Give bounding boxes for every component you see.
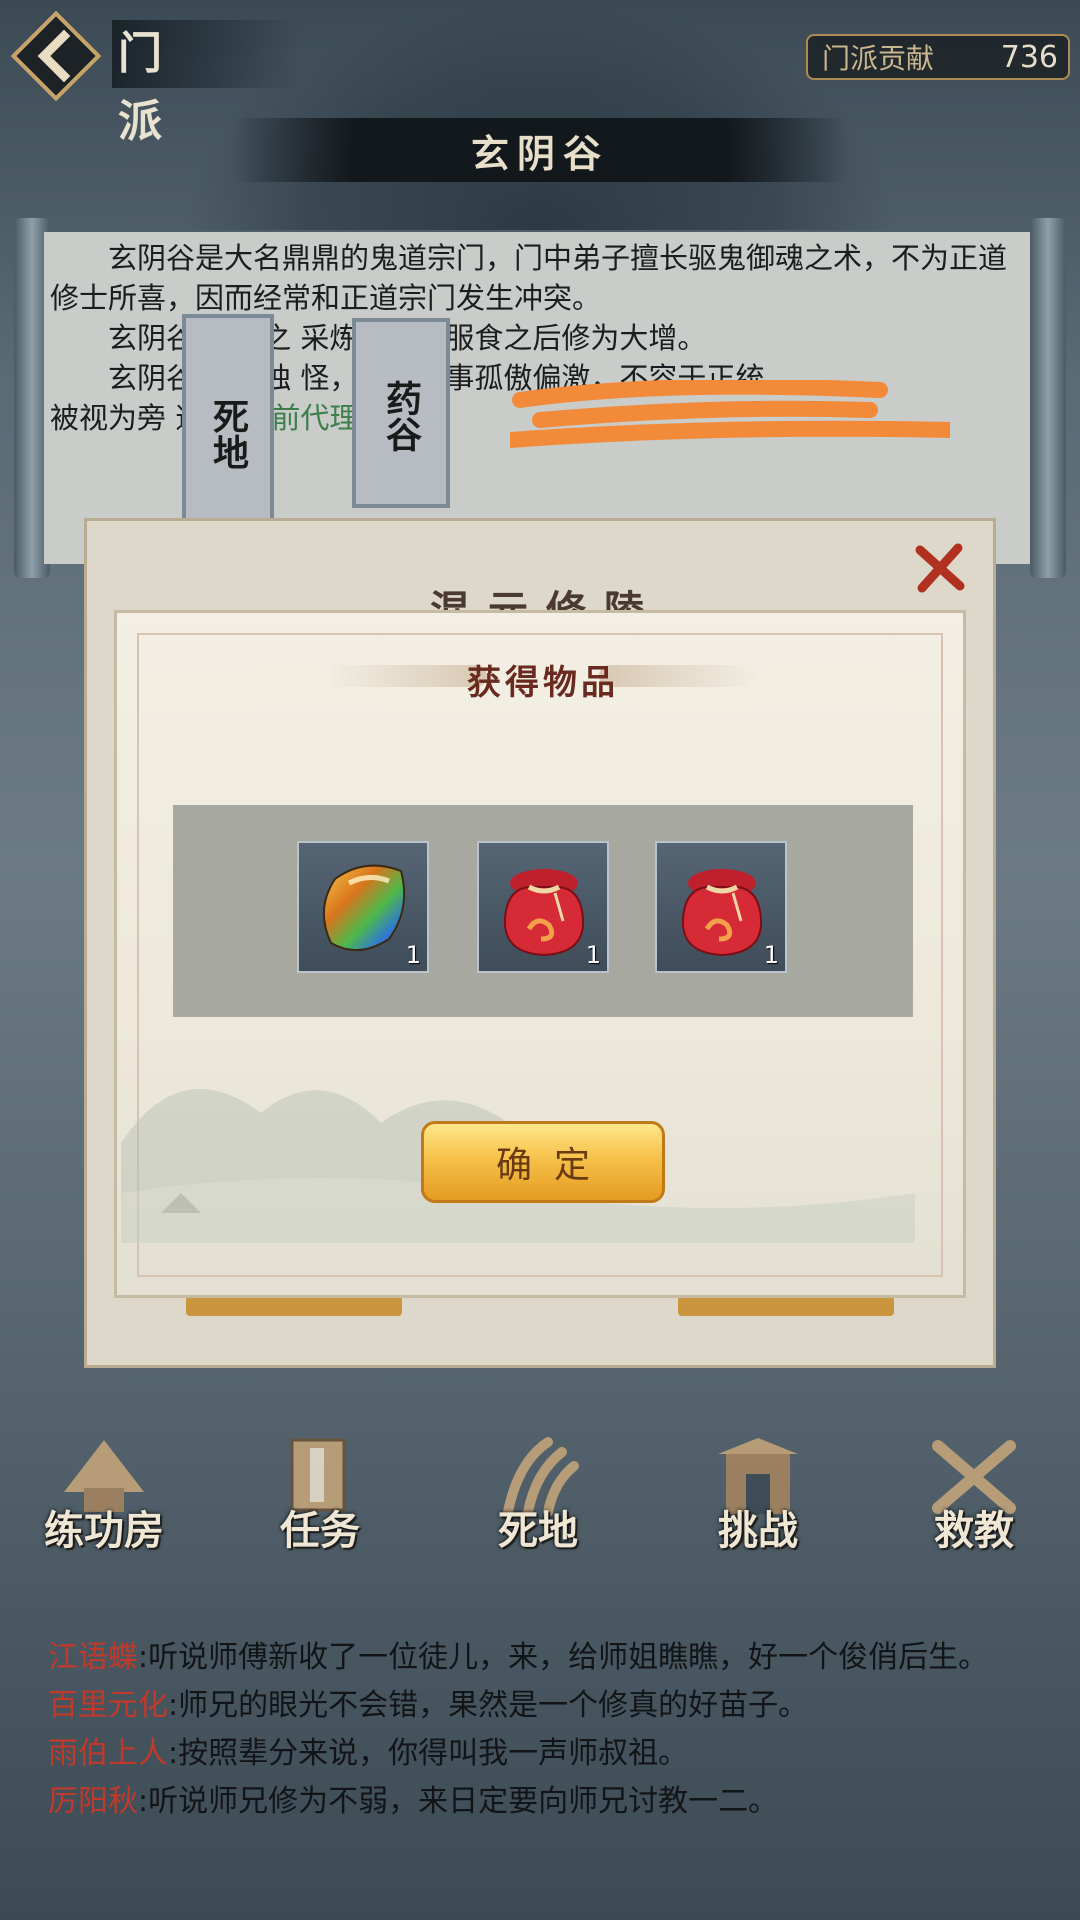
contribution-label: 门派贡献 <box>822 42 935 75</box>
dialog-title: 获得物品 <box>467 663 619 703</box>
reward-item-slot[interactable]: 1 <box>477 841 609 973</box>
herb-valley-tag[interactable]: 药谷 <box>352 318 450 508</box>
page-title: 门 派 <box>112 20 302 147</box>
reward-items-row: 1 1 1 <box>173 805 913 1017</box>
redaction-scribble <box>510 380 950 448</box>
reward-dialog: 获得物品 1 1 1 确定 <box>114 610 966 1298</box>
chat-message: 百里元化:师兄的眼光不会错，果然是一个修真的好苗子。 <box>48 1682 1048 1730</box>
chat-message: 江语蝶:听说师傅新收了一位徒儿，来，给师姐瞧瞧，好一个俊俏后生。 <box>48 1634 1048 1682</box>
item-count: 1 <box>585 941 601 969</box>
scroll-rod-right <box>1030 218 1066 578</box>
nav-label: 练功房 <box>44 1507 164 1554</box>
reward-item-slot[interactable]: 1 <box>655 841 787 973</box>
confirm-label: 确定 <box>495 1145 612 1186</box>
back-button[interactable] <box>8 8 104 104</box>
bottom-nav: 练功房 任务 死地 挑战 救教 <box>26 1432 1066 1572</box>
contribution-display: 门派贡献 736 <box>806 34 1070 80</box>
chat-text: :按照辈分来说，你得叫我一声师叔祖。 <box>168 1736 689 1771</box>
herb-valley-label: 药谷 <box>380 380 422 452</box>
chat-speaker[interactable]: 百里元化 <box>48 1688 168 1723</box>
close-button[interactable] <box>912 540 968 596</box>
chat-log: 江语蝶:听说师傅新收了一位徒儿，来，给师姐瞧瞧，好一个俊俏后生。 百里元化:师兄… <box>48 1634 1048 1826</box>
back-arrow-icon <box>10 10 102 102</box>
landscape-painting <box>121 1089 915 1243</box>
close-icon <box>915 543 965 593</box>
chat-text: :听说师兄修为不弱，来日定要向师兄讨教一二。 <box>138 1784 779 1819</box>
nav-item-challenge[interactable]: 挑战 <box>680 1432 836 1572</box>
contribution-value: 736 <box>1000 39 1058 75</box>
chat-message: 雨伯上人:按照辈分来说，你得叫我一声师叔祖。 <box>48 1730 1048 1778</box>
nav-label: 死地 <box>498 1507 578 1554</box>
nav-item-tasks[interactable]: 任务 <box>242 1432 398 1572</box>
panel-button-right[interactable] <box>678 1296 894 1316</box>
nav-label: 救教 <box>934 1507 1014 1554</box>
nav-item-training-room[interactable]: 练功房 <box>26 1432 182 1572</box>
nav-label: 任务 <box>280 1507 360 1554</box>
nav-item-rescue[interactable]: 救教 <box>896 1432 1052 1572</box>
description-line: 玄阴谷是大名鼎鼎的鬼道宗门，门中弟子擅长驱鬼御魂之术，不为正道修士所喜，因而经常… <box>50 241 1008 315</box>
chat-text: :师兄的眼光不会错，果然是一个修真的好苗子。 <box>168 1688 809 1723</box>
chat-text: :听说师傅新收了一位徒儿，来，给师姐瞧瞧，好一个俊俏后生。 <box>138 1640 989 1675</box>
chat-speaker[interactable]: 江语蝶 <box>48 1640 138 1675</box>
sect-name-banner: 玄阴谷 <box>232 118 848 182</box>
confirm-button[interactable]: 确定 <box>421 1121 665 1203</box>
reward-item-slot[interactable]: 1 <box>297 841 429 973</box>
death-land-label: 死地 <box>207 398 249 470</box>
chat-message: 厉阳秋:听说师兄修为不弱，来日定要向师兄讨教一二。 <box>48 1778 1048 1826</box>
nav-label: 挑战 <box>718 1507 798 1554</box>
panel-button-left[interactable] <box>186 1296 402 1316</box>
item-count: 1 <box>405 941 421 969</box>
chat-speaker[interactable]: 雨伯上人 <box>48 1736 168 1771</box>
item-count: 1 <box>763 941 779 969</box>
chat-speaker[interactable]: 厉阳秋 <box>48 1784 138 1819</box>
sect-name: 玄阴谷 <box>470 130 609 176</box>
nav-item-death-land[interactable]: 死地 <box>460 1432 616 1572</box>
